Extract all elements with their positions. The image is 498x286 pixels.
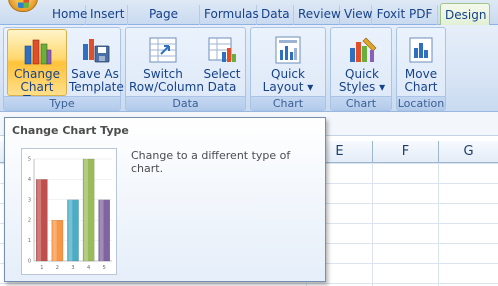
select-data-button[interactable]: Select Data [200,29,244,96]
preview-x-tick-label: 1 [40,265,43,271]
change-chart-type-button[interactable]: Change Chart Type [7,29,67,107]
office-logo-icon [18,0,29,8]
quick-styles-button[interactable]: Quick Styles ▾ [334,29,390,96]
preview-y-tick-label: 0 [28,259,31,265]
move-chart-label: Move Chart [404,67,438,94]
save-as-template-label: Save As Template [69,67,124,94]
ribbon-tab-bar: Home Insert Page Layout Formulas Data Re… [0,0,498,40]
grid-line [438,163,439,286]
tab-foxit-pdf[interactable]: Foxit PDF [372,5,438,25]
preview-y-tick-label: 3 [28,197,31,203]
preview-x-tick-label: 4 [87,265,90,271]
group-location: Move Chart Location [396,27,446,111]
group-chart-layouts: Quick Layout ▾ Chart Layouts [250,27,326,124]
preview-chart-svg: 0 1 2 3 4 5 1 2 3 4 5 [28,157,112,271]
preview-x-tick-label: 5 [103,265,106,271]
save-as-template-button[interactable]: Save As Template [68,29,124,96]
preview-y-tick-label: 2 [28,218,31,224]
grid-line [372,163,373,286]
quick-layout-button[interactable]: Quick Layout ▾ [259,29,317,96]
preview-y-tick-label: 1 [28,238,31,244]
move-chart-button[interactable]: Move Chart [399,29,443,96]
preview-bar-highlight [52,220,57,261]
tab-review[interactable]: Review [294,5,341,25]
tab-home[interactable]: Home [48,5,87,25]
group-type: Change Chart Type Save As Template Type [3,27,124,111]
group-location-label: Location [397,96,445,110]
column-header-f[interactable]: F [372,141,438,163]
tab-formulas[interactable]: Formulas [200,5,259,25]
switch-row-column-button[interactable]: Switch Row/Column [128,29,204,96]
column-header-g[interactable]: G [438,141,498,163]
switch-row-column-icon [149,37,177,63]
group-chart-styles-label: Chart Styles [331,96,391,124]
quick-layout-icon [275,36,301,64]
office-button[interactable] [8,0,38,12]
preview-x-tick-label: 2 [56,265,59,271]
tooltip-title: Change Chart Type [12,124,129,137]
tooltip-description: Change to a different type of chart. [131,149,291,175]
group-data-label: Data [126,96,245,110]
tab-insert[interactable]: Insert [86,5,128,25]
save-as-template-icon [83,39,110,63]
tab-design[interactable]: Design [440,3,490,26]
preview-x-tick-label: 3 [71,265,74,271]
group-chart-styles: Quick Styles ▾ Chart Styles [330,27,392,124]
select-data-label: Select Data [203,67,241,94]
quick-styles-label: Quick Styles ▾ [338,67,386,94]
select-data-icon [208,37,236,62]
change-chart-type-tooltip: Change Chart Type 0 1 2 3 4 5 1 2 3 4 5 Change to … [4,117,326,282]
preview-bar-highlight [99,199,104,261]
preview-bar-highlight [68,199,73,261]
switch-row-column-label: Switch Row/Column [129,67,204,94]
group-type-label: Type [4,96,120,110]
group-chart-layouts-label: Chart Layouts [251,96,325,124]
preview-y-tick-label: 5 [28,157,31,163]
ribbon: Change Chart Type Save As Template Type [0,25,498,124]
preview-y-tick-label: 4 [28,177,31,183]
group-data: Switch Row/Column Select Data Data [125,27,246,111]
tab-data[interactable]: Data [257,5,294,25]
quick-layout-label: Quick Layout ▾ [262,67,314,94]
quick-styles-icon [350,37,377,62]
move-chart-icon [409,37,433,63]
tooltip-preview-chart: 0 1 2 3 4 5 1 2 3 4 5 [21,148,117,275]
preview-bar-highlight [83,159,88,261]
tab-view[interactable]: View [340,5,372,25]
preview-bar-highlight [37,179,42,261]
change-chart-type-icon [24,39,52,65]
tab-page-layout[interactable]: Page Layout [128,5,200,40]
